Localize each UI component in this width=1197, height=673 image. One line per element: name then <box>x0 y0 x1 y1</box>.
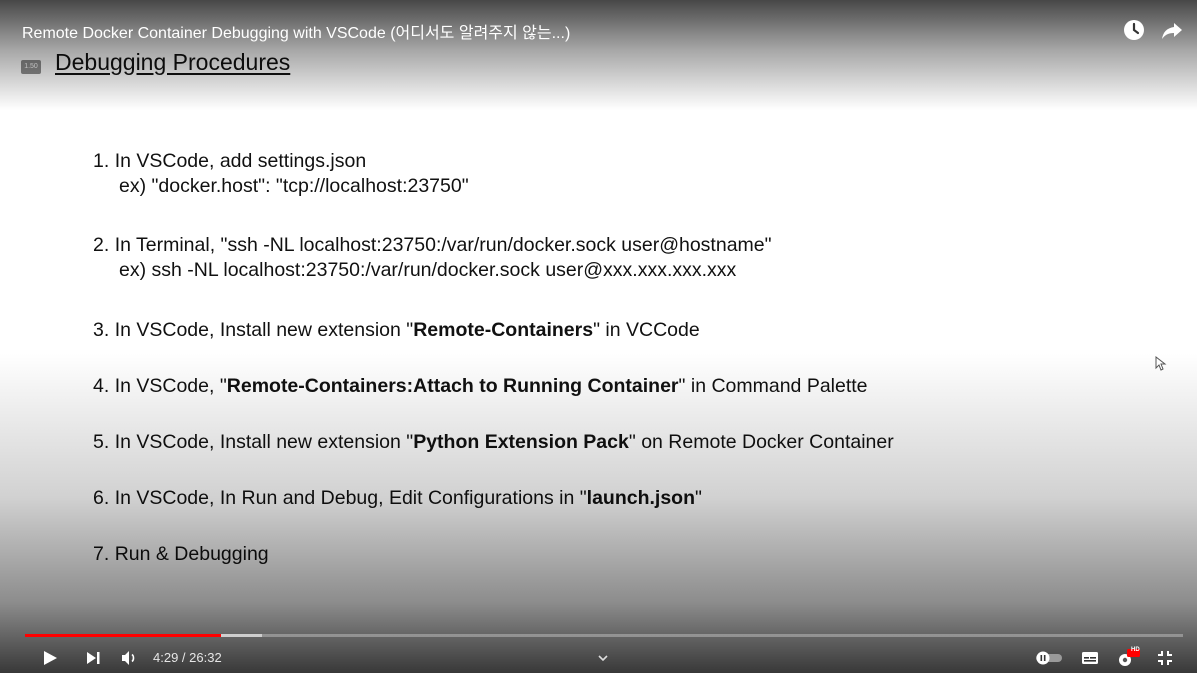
subtitles-button[interactable] <box>1078 642 1102 673</box>
step-item: 6. In VSCode, In Run and Debug, Edit Con… <box>93 487 702 510</box>
step-number: 6. <box>93 487 110 509</box>
exit-fullscreen-icon <box>1158 650 1172 665</box>
step-item: 1. In VSCode, add settings.json ex) "doc… <box>93 150 469 198</box>
step-bold-text: Python Extension Pack <box>413 431 629 453</box>
step-text-suffix: " in VCCode <box>593 319 700 341</box>
share-icon[interactable] <box>1160 18 1184 42</box>
step-example: ex) ssh -NL localhost:23750:/var/run/doc… <box>119 259 737 281</box>
play-button[interactable] <box>36 642 64 673</box>
step-text: In VSCode, " <box>114 375 227 397</box>
step-item: 4. In VSCode, "Remote-Containers:Attach … <box>93 375 868 398</box>
subtitles-icon <box>1082 651 1098 664</box>
autoplay-toggle-icon <box>1036 651 1062 664</box>
exit-fullscreen-button[interactable] <box>1152 642 1178 673</box>
volume-button[interactable] <box>117 642 143 673</box>
step-bold-text: launch.json <box>586 487 696 509</box>
play-icon <box>44 650 57 665</box>
step-number: 5. <box>93 431 110 453</box>
step-number: 3. <box>93 319 110 341</box>
mouse-cursor-icon <box>1155 355 1167 372</box>
step-example: ex) "docker.host": "tcp://localhost:2375… <box>119 175 469 197</box>
step-text-suffix: " <box>695 487 702 509</box>
settings-button[interactable]: HD <box>1114 642 1144 673</box>
step-bold-text: Remote-Containers <box>413 319 594 341</box>
step-number: 2. <box>93 234 110 256</box>
hd-badge: HD <box>1131 647 1140 653</box>
step-text: In VSCode, add settings.json <box>114 150 367 172</box>
autoplay-toggle[interactable] <box>1034 642 1064 673</box>
time-current: 4:29 <box>153 650 179 665</box>
step-text: In VSCode, Install new extension " <box>114 319 414 341</box>
next-button[interactable] <box>80 642 106 673</box>
step-text: In Terminal, "ssh -NL localhost:23750:/v… <box>114 234 772 256</box>
volume-icon <box>122 650 135 665</box>
next-icon <box>87 651 100 664</box>
step-text-suffix: " on Remote Docker Container <box>628 431 894 453</box>
time-total: 26:32 <box>189 650 222 665</box>
step-bold-text: Remote-Containers:Attach to Running Cont… <box>226 375 679 397</box>
time-display: 4:29 / 26:32 <box>153 642 222 673</box>
player-controls: 4:29 / 26:32 HD <box>0 642 1197 673</box>
slide-number-badge: 1.50 <box>21 60 41 74</box>
chevron-down-icon[interactable] <box>596 650 610 662</box>
step-text: Run & Debugging <box>114 543 269 565</box>
step-text-suffix: " in Command Palette <box>678 375 868 397</box>
step-item: 5. In VSCode, Install new extension "Pyt… <box>93 431 894 454</box>
step-text: In VSCode, In Run and Debug, Edit Config… <box>114 487 587 509</box>
step-number: 1. <box>93 150 110 172</box>
time-separator: / <box>178 650 190 665</box>
video-player[interactable]: 1.50 Debugging Procedures 1. In VSCode, … <box>0 0 1197 673</box>
step-number: 4. <box>93 375 110 397</box>
progress-played <box>25 634 221 637</box>
step-item: 2. In Terminal, "ssh -NL localhost:23750… <box>93 234 772 282</box>
watch-later-icon[interactable] <box>1122 18 1146 42</box>
slide-title: Debugging Procedures <box>55 49 291 75</box>
video-title[interactable]: Remote Docker Container Debugging with V… <box>22 19 570 43</box>
progress-bar[interactable] <box>25 634 1183 637</box>
step-item: 7. Run & Debugging <box>93 543 269 566</box>
step-number: 7. <box>93 543 110 565</box>
step-text: In VSCode, Install new extension " <box>114 431 414 453</box>
step-item: 3. In VSCode, Install new extension "Rem… <box>93 319 700 342</box>
slide: 1.50 Debugging Procedures 1. In VSCode, … <box>0 0 1197 673</box>
